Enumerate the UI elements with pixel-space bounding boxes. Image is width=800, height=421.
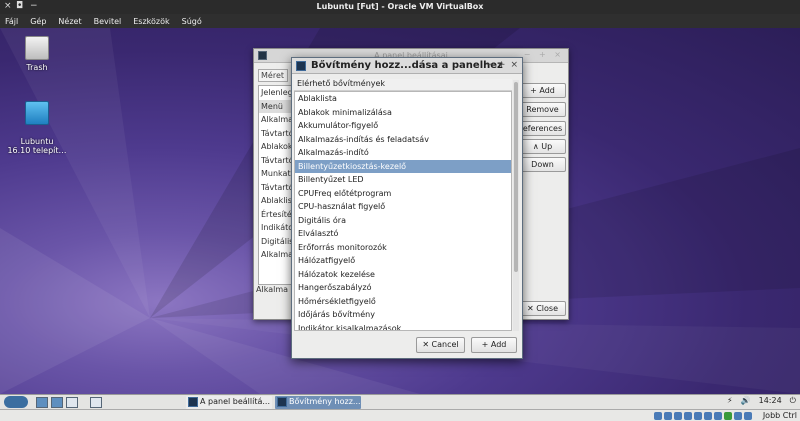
battery-icon[interactable]: ⚡ [727,396,733,406]
add-button[interactable]: + Add [519,83,566,98]
remove-button[interactable]: Remove [519,102,566,117]
minimize-icon[interactable]: − [485,60,493,70]
host-key-label: Jobb Ctrl [762,411,797,420]
available-plugins-header[interactable]: Elérhető bővítmények [294,79,512,91]
add-dialog-title: Bővítmény hozz...dása a panelhez [311,60,503,71]
list-item[interactable]: Távtartó [259,181,293,195]
network-icon[interactable] [694,412,702,420]
list-item[interactable]: Menü [259,99,293,113]
plugin-item[interactable]: Ablakok minimalizálása [295,106,511,120]
file-manager-icon[interactable] [36,397,48,408]
plugin-item[interactable]: Elválasztó [295,227,511,241]
host-menubar: Fájl Gép Nézet Bevitel Eszközök Súgó [0,14,800,28]
terminal-app-icon [296,61,306,71]
add-dialog-titlebar[interactable]: Bővítmény hozz...dása a panelhez − + × [292,58,522,74]
list-header: Jelenleg [261,88,293,97]
list-item[interactable]: Távtartó [259,127,293,141]
menu-tools[interactable]: Eszközök [133,17,169,26]
list-item[interactable]: Munkate [259,167,293,181]
task-add-plugin[interactable]: Bővítmény hozz... [275,396,361,409]
desktop-icon-trash[interactable]: Trash [2,36,72,72]
plugin-item[interactable]: Hangerőszabályzó [295,281,511,295]
task-label: A panel beállítá... [200,397,270,406]
available-plugins-list: Ablaklista Ablakok minimalizálása Akkumu… [294,91,512,331]
plugin-item[interactable]: Hálózatfigyelő [295,254,511,268]
capture-icon[interactable] [714,412,722,420]
current-plugins-list: Jelenleg Menü Alkalma Távtartó Ablakok T… [258,85,294,285]
list-item[interactable]: Alkalma [259,248,293,262]
audio-icon[interactable] [704,412,712,420]
tab-size[interactable]: Méret [258,69,288,82]
plugin-item[interactable]: Digitális óra [295,214,511,228]
power-icon[interactable]: ⏻ [790,396,796,406]
device-status-icons [654,412,752,420]
list-item[interactable]: Távtartó [259,154,293,168]
panel-settings-window-controls[interactable]: − + × [524,50,564,59]
plugin-item-selected[interactable]: Billentyűzetkiosztás-kezelő [295,159,511,173]
plugin-item[interactable]: CPU-használat figyelő [295,200,511,214]
display-icon[interactable] [684,412,692,420]
keyboard-icon[interactable] [744,412,752,420]
move-up-button[interactable]: ∧ Up [519,139,566,154]
volume-icon[interactable]: 🔊 [741,396,751,406]
start-menu-button[interactable] [4,396,28,408]
guest-taskbar: A panel beállítá... Bővítmény hozz... ⚡ … [0,394,800,409]
system-tray: ⚡ 🔊 14:24 ⏻ [727,396,796,406]
plugin-item[interactable]: Alkalmazás-indító [295,146,511,160]
menu-file[interactable]: Fájl [5,17,18,26]
browser-icon[interactable] [51,397,63,408]
preferences-button[interactable]: eferences [519,121,566,136]
plugin-item[interactable]: Billentyűzet LED [295,173,511,187]
menu-machine[interactable]: Gép [30,17,46,26]
plugin-item[interactable]: Alkalmazás-indítás és feladatsáv [295,133,511,147]
plugin-item[interactable]: Időjárás bővítmény [295,308,511,322]
task-panel-settings[interactable]: A panel beállítá... [186,396,272,409]
list-item[interactable]: Ablakok [259,140,293,154]
add-plugin-button[interactable]: + Add [471,337,517,353]
close-icon[interactable]: × [510,60,518,70]
cpu-icon[interactable] [724,412,732,420]
plugin-item[interactable]: Hálózatok kezelése [295,268,511,282]
list-scrollbar[interactable] [513,80,519,331]
list-item[interactable]: Ablaklist [259,194,293,208]
host-statusbar: Jobb Ctrl [0,409,800,421]
workspace-icon[interactable] [90,397,102,408]
desktop-icon-label: Lubuntu 16.10 telepít… [7,137,67,155]
desktop-icon-installer[interactable]: Lubuntu 16.10 telepít… [2,92,72,164]
menu-help[interactable]: Súgó [182,17,202,26]
plugin-item[interactable]: Ablaklista [295,92,511,106]
menu-view[interactable]: Nézet [58,17,81,26]
host-titlebar: × ◘ − Lubuntu [Fut] - Oracle VM VirtualB… [0,0,800,14]
add-plugin-dialog: Bővítmény hozz...dása a panelhez − + × E… [291,57,523,359]
terminal-app-icon [277,397,287,407]
task-label: Bővítmény hozz... [289,397,361,406]
close-button[interactable]: ✕ Close [519,301,566,316]
menu-input[interactable]: Bevitel [94,17,122,26]
list-item[interactable]: Értesíté [259,208,293,222]
plugin-item[interactable]: Akkumulátor-figyelő [295,119,511,133]
plugin-item[interactable]: CPUFreq előtétprogram [295,187,511,201]
desktop-icon-label: Trash [26,63,48,72]
installer-icon [25,101,49,125]
plugin-item[interactable]: Erőforrás monitorozók [295,241,511,255]
scrollbar-thumb[interactable] [514,82,518,272]
clock[interactable]: 14:24 [759,396,782,406]
mouse-integration-icon[interactable] [734,412,742,420]
plugin-item[interactable]: Indikátor kisalkalmazások [295,322,511,331]
host-window-title: Lubuntu [Fut] - Oracle VM VirtualBox [316,2,484,11]
list-item[interactable]: Alkalma [259,113,293,127]
optical-drive-icon[interactable] [654,412,662,420]
list-item[interactable]: Digitális [259,235,293,249]
terminal-app-icon [188,397,198,407]
desktop-switch-icon[interactable] [66,397,78,408]
list-item[interactable]: Indikáto [259,221,293,235]
selected-plugin-label: Alkalma [256,285,289,294]
trash-icon [25,36,49,60]
usb-icon[interactable] [664,412,672,420]
shared-folders-icon[interactable] [674,412,682,420]
move-down-button[interactable]: Down [519,157,566,172]
cancel-button[interactable]: ✕ Cancel [416,337,465,353]
maximize-icon[interactable]: + [498,60,506,70]
plugin-item[interactable]: Hőmérsékletfigyelő [295,295,511,309]
